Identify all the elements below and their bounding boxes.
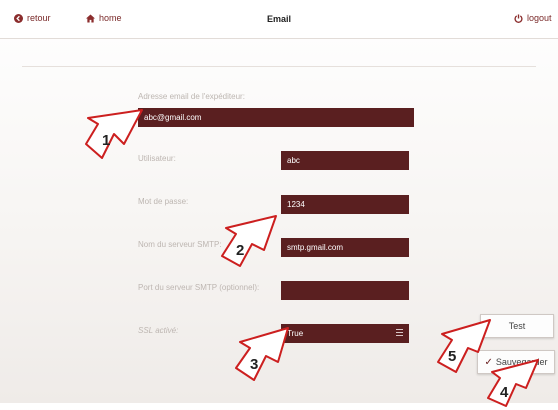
- callout-2: 2: [218, 214, 278, 276]
- callout-2-number: 2: [236, 242, 245, 259]
- username-label: Utilisateur:: [138, 154, 176, 163]
- callout-3-number: 3: [250, 356, 259, 373]
- password-input[interactable]: 1234: [281, 195, 409, 214]
- ssl-label: SSL activé:: [138, 326, 179, 335]
- password-label: Mot de passe:: [138, 197, 189, 206]
- callout-4-number: 4: [500, 384, 509, 401]
- smtp-port-input[interactable]: [281, 281, 409, 300]
- smtp-port-label: Port du serveur SMTP (optionnel):: [138, 283, 260, 292]
- smtp-server-label: Nom du serveur SMTP:: [138, 240, 222, 249]
- callout-5-number: 5: [448, 348, 457, 365]
- page-title: Email: [266, 14, 291, 24]
- menu-lines-icon: [396, 329, 403, 338]
- save-button[interactable]: ✓ Sauvegarder: [477, 350, 555, 374]
- callout-1: 1: [84, 108, 144, 170]
- header-divider: [22, 66, 536, 67]
- test-button[interactable]: Test: [480, 314, 554, 338]
- ssl-select[interactable]: True: [281, 324, 409, 343]
- sender-email-label: Adresse email de l'expéditeur:: [138, 92, 245, 101]
- save-button-label: Sauvegarder: [495, 357, 548, 367]
- power-icon: [514, 13, 523, 23]
- username-input[interactable]: abc: [281, 151, 409, 170]
- callout-1-number: 1: [102, 132, 111, 149]
- test-button-label: Test: [508, 321, 526, 331]
- logout-label: logout: [527, 13, 552, 23]
- sender-email-input[interactable]: abc@gmail.com: [138, 108, 414, 127]
- ssl-select-value: True: [287, 329, 304, 338]
- check-icon: ✓: [484, 356, 493, 368]
- smtp-server-input[interactable]: smtp.gmail.com: [281, 238, 409, 257]
- callout-arrow-icon: [85, 109, 143, 159]
- callout-arrow-icon: [221, 215, 277, 267]
- top-bar: retour home Email logout: [0, 0, 558, 39]
- logout-link[interactable]: logout: [514, 13, 552, 23]
